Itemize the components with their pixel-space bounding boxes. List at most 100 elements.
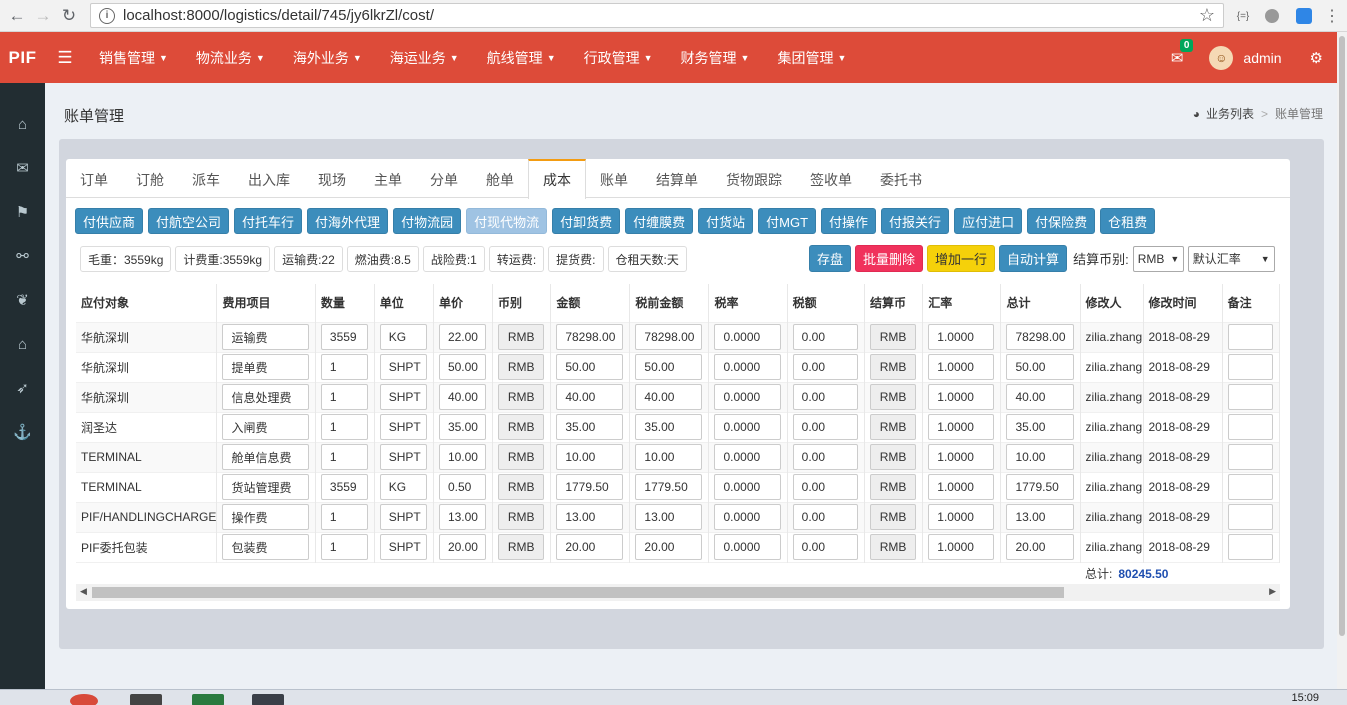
- price-field[interactable]: 22.00: [438, 324, 486, 350]
- pay-button[interactable]: 付MGT: [758, 208, 817, 234]
- total-field[interactable]: 10.00: [1006, 444, 1074, 470]
- back-icon[interactable]: ←: [4, 3, 30, 29]
- breadcrumb-link[interactable]: 业务列表: [1206, 105, 1254, 122]
- address-bar[interactable]: i localhost:8000/logistics/detail/745/jy…: [90, 3, 1224, 28]
- tab-4[interactable]: 现场: [304, 159, 360, 198]
- pay-button[interactable]: 付托车行: [234, 208, 303, 234]
- brand-logo[interactable]: PIF: [0, 32, 45, 83]
- item-field[interactable]: 入闸费: [222, 414, 309, 440]
- pay-button[interactable]: 付卸货费: [552, 208, 621, 234]
- unit-field[interactable]: SHPT: [379, 414, 427, 440]
- flag-icon[interactable]: ⚑: [0, 190, 45, 234]
- fx-field[interactable]: 1.0000: [928, 384, 995, 410]
- tax-field[interactable]: 0.00: [792, 414, 858, 440]
- tax-field[interactable]: 0.00: [792, 354, 858, 380]
- fx-field[interactable]: 1.0000: [928, 474, 995, 500]
- nav-menu-item[interactable]: 行政管理 ▼: [570, 32, 667, 83]
- nav-menu-item[interactable]: 海运业务 ▼: [376, 32, 473, 83]
- amount-field[interactable]: 1779.50: [556, 474, 624, 500]
- item-field[interactable]: 运输费: [222, 324, 309, 350]
- forward-icon[interactable]: →: [30, 3, 56, 29]
- total-field[interactable]: 50.00: [1006, 354, 1074, 380]
- tax-field[interactable]: 0.00: [792, 324, 858, 350]
- remark-field[interactable]: [1227, 444, 1273, 470]
- pay-button[interactable]: 仓租费: [1100, 208, 1156, 234]
- amount-field[interactable]: 50.00: [556, 354, 624, 380]
- qty-field[interactable]: 1: [320, 444, 368, 470]
- price-field[interactable]: 10.00: [438, 444, 486, 470]
- table-horizontal-scrollbar[interactable]: ◀ ▶: [76, 584, 1280, 601]
- taskbar-app-icon[interactable]: [252, 694, 284, 705]
- unit-field[interactable]: SHPT: [379, 384, 427, 410]
- rate-field[interactable]: 0.0000: [714, 354, 781, 380]
- item-field[interactable]: 舱单信息费: [222, 444, 309, 470]
- pay-button[interactable]: 应付进口: [954, 208, 1023, 234]
- qty-field[interactable]: 3559: [320, 324, 368, 350]
- nav-menu-item[interactable]: 财务管理 ▼: [667, 32, 764, 83]
- pay-button[interactable]: 付物流园: [393, 208, 462, 234]
- fx-field[interactable]: 1.0000: [928, 534, 995, 560]
- amount-field[interactable]: 40.00: [556, 384, 624, 410]
- unit-field[interactable]: SHPT: [379, 354, 427, 380]
- link-icon[interactable]: ⚯: [0, 234, 45, 278]
- tab-11[interactable]: 货物跟踪: [712, 159, 796, 198]
- currency-select[interactable]: RMB ▼: [1132, 245, 1184, 272]
- envelope-icon[interactable]: ✉ 0: [1171, 38, 1194, 67]
- pay-button[interactable]: 付货站: [698, 208, 754, 234]
- nav-menu-item[interactable]: 航线管理 ▼: [473, 32, 570, 83]
- avatar[interactable]: ☺: [1209, 45, 1234, 70]
- fx-field[interactable]: 1.0000: [928, 504, 995, 530]
- tax-field[interactable]: 0.00: [792, 534, 858, 560]
- nav-menu-item[interactable]: 集团管理 ▼: [763, 32, 860, 83]
- item-field[interactable]: 提单费: [222, 354, 309, 380]
- fx-field[interactable]: 1.0000: [928, 444, 995, 470]
- tab-6[interactable]: 分单: [416, 159, 472, 198]
- tab-10[interactable]: 结算单: [642, 159, 712, 198]
- extension-translate-icon[interactable]: [1294, 6, 1314, 26]
- tab-13[interactable]: 委托书: [866, 159, 936, 198]
- info-icon[interactable]: i: [99, 7, 115, 24]
- rate-field[interactable]: 0.0000: [714, 324, 781, 350]
- remark-field[interactable]: [1227, 414, 1273, 440]
- reload-icon[interactable]: ↻: [56, 3, 82, 29]
- save-button[interactable]: 存盘: [809, 245, 852, 272]
- exchange-rate-select[interactable]: 默认汇率 ▼: [1187, 245, 1275, 272]
- username[interactable]: admin: [1243, 50, 1281, 66]
- remark-field[interactable]: [1227, 534, 1273, 560]
- pay-button[interactable]: 付报关行: [881, 208, 950, 234]
- total-field[interactable]: 20.00: [1006, 534, 1074, 560]
- pay-button[interactable]: 付供应商: [75, 208, 144, 234]
- tab-5[interactable]: 主单: [360, 159, 416, 198]
- pretax-field[interactable]: 40.00: [635, 384, 703, 410]
- extension-circle-icon[interactable]: [1262, 6, 1282, 26]
- batch-delete-button[interactable]: 批量删除: [855, 245, 924, 272]
- qty-field[interactable]: 1: [320, 354, 368, 380]
- item-field[interactable]: 货站管理费: [222, 474, 309, 500]
- bank-icon[interactable]: ⌂: [0, 322, 45, 366]
- tax-field[interactable]: 0.00: [792, 444, 858, 470]
- pretax-field[interactable]: 13.00: [635, 504, 703, 530]
- chrome-taskbar-icon[interactable]: [70, 694, 98, 705]
- rate-field[interactable]: 0.0000: [714, 444, 781, 470]
- tax-field[interactable]: 0.00: [792, 504, 858, 530]
- total-field[interactable]: 40.00: [1006, 384, 1074, 410]
- amount-field[interactable]: 10.00: [556, 444, 624, 470]
- tab-9[interactable]: 账单: [586, 159, 642, 198]
- total-field[interactable]: 78298.00: [1006, 324, 1074, 350]
- pay-button[interactable]: 付保险费: [1027, 208, 1096, 234]
- tab-0[interactable]: 订单: [66, 159, 122, 198]
- sidebar-toggle-icon[interactable]: ☰: [45, 48, 85, 68]
- envelope-icon[interactable]: ✉: [0, 146, 45, 190]
- tab-2[interactable]: 派车: [178, 159, 234, 198]
- item-field[interactable]: 包装费: [222, 534, 309, 560]
- tab-12[interactable]: 签收单: [796, 159, 866, 198]
- qty-field[interactable]: 1: [320, 414, 368, 440]
- qty-field[interactable]: 1: [320, 504, 368, 530]
- pay-button[interactable]: 付海外代理: [307, 208, 389, 234]
- amount-field[interactable]: 78298.00: [556, 324, 624, 350]
- pay-button[interactable]: 付缠膜费: [625, 208, 694, 234]
- price-field[interactable]: 13.00: [438, 504, 486, 530]
- bookmark-star-icon[interactable]: ☆: [1199, 5, 1215, 26]
- gears-icon[interactable]: ⚙: [1310, 49, 1323, 67]
- item-field[interactable]: 信息处理费: [222, 384, 309, 410]
